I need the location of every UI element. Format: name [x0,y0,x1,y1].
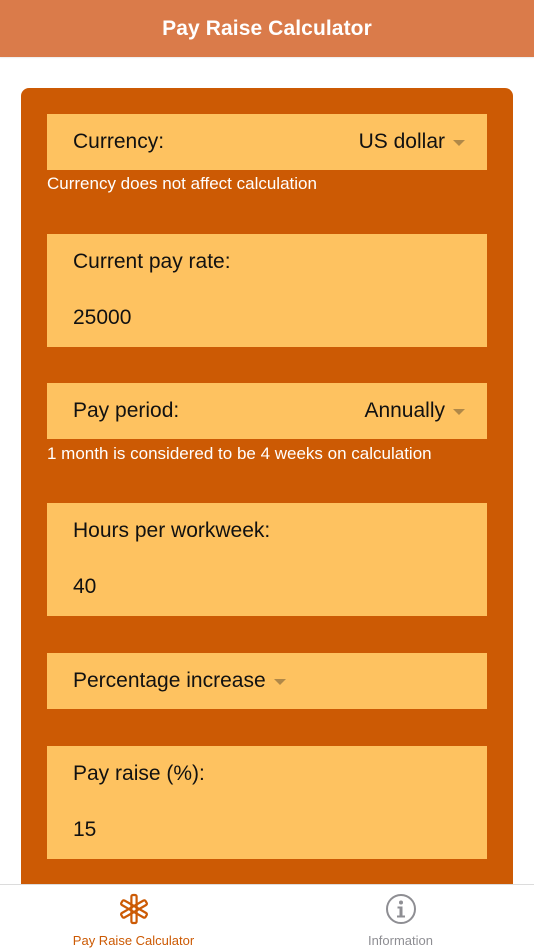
currency-value-wrap: US dollar [359,130,465,154]
currency-select[interactable]: Currency: US dollar [47,114,487,170]
chevron-down-icon [453,409,465,415]
calculator-form-panel: Currency: US dollar Currency does not af… [21,88,513,888]
currency-label: Currency: [73,130,165,153]
hours-per-workweek-card: Hours per workweek: 40 [47,503,487,616]
pay-period-value-wrap: Annually [364,399,465,423]
pay-period-select[interactable]: Pay period: Annually [47,383,487,439]
current-pay-rate-card: Current pay rate: 25000 [47,234,487,347]
tab-pay-raise-calculator[interactable]: Pay Raise Calculator [0,885,267,951]
chevron-down-icon [273,679,286,685]
asterisk-icon [119,893,148,925]
hours-per-workweek-label: Hours per workweek: [73,519,271,542]
raise-type-value-wrap: Percentage increase [73,669,286,693]
page-title: Pay Raise Calculator [162,16,372,40]
pay-period-label: Pay period: [73,399,180,422]
pay-raise-card: Pay raise (%): 15 [47,746,487,859]
chevron-down-icon [453,140,465,146]
pay-raise-input[interactable]: 15 [73,818,96,842]
app-header: Pay Raise Calculator [0,0,534,57]
currency-note: Currency does not affect calculation [47,174,317,193]
pay-raise-label: Pay raise (%): [73,762,205,785]
bottom-tab-bar: Pay Raise Calculator Information [0,884,534,951]
current-pay-rate-label: Current pay rate: [73,250,231,273]
pay-period-value: Annually [364,399,445,422]
tab-label: Pay Raise Calculator [72,933,195,948]
hours-per-workweek-input[interactable]: 40 [73,575,96,599]
info-icon [385,894,416,924]
raise-type-select[interactable]: Percentage increase [47,653,487,709]
pay-period-note: 1 month is considered to be 4 weeks on c… [47,444,432,463]
tab-information[interactable]: Information [267,885,534,951]
tab-label: Information [367,933,434,948]
raise-type-value: Percentage increase [73,669,266,692]
currency-value: US dollar [358,130,445,153]
current-pay-rate-input[interactable]: 25000 [73,306,131,330]
